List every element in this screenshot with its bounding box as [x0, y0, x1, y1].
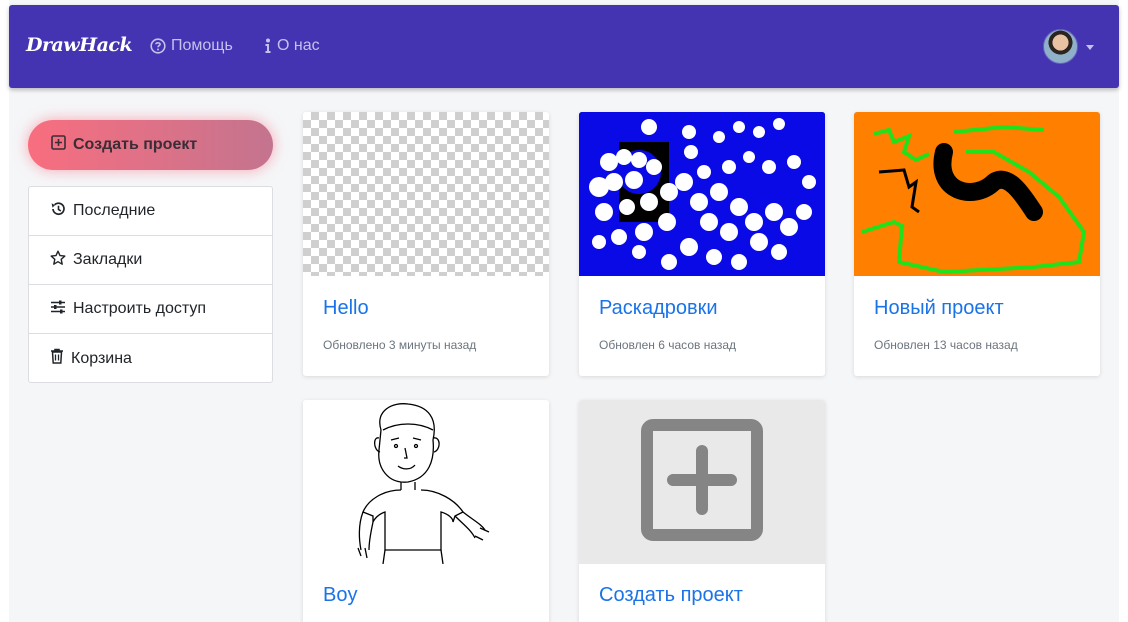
- sidebar-item-trash[interactable]: Корзина: [29, 334, 272, 383]
- info-icon: [264, 38, 272, 54]
- plus-square-icon: [51, 135, 66, 155]
- star-icon: [50, 250, 66, 271]
- nav-about-link[interactable]: О нас: [264, 37, 320, 55]
- project-title[interactable]: Hello: [323, 297, 369, 320]
- sidebar-item-label: Закладки: [73, 251, 143, 268]
- project-card-boy[interactable]: Boy: [303, 400, 549, 622]
- new-project-title[interactable]: Создать проект: [599, 584, 743, 607]
- project-title[interactable]: Новый проект: [874, 297, 1004, 320]
- project-thumbnail[interactable]: [303, 112, 549, 276]
- new-project-card[interactable]: Создать проект: [579, 400, 825, 622]
- sidebar-item-label: Корзина: [71, 349, 132, 367]
- user-avatar[interactable]: [1043, 29, 1078, 64]
- sidebar-item-recent[interactable]: Последние: [29, 187, 272, 236]
- project-title[interactable]: Boy: [323, 584, 357, 607]
- plus-square-icon: [641, 418, 763, 546]
- history-icon: [50, 201, 66, 222]
- project-thumbnail[interactable]: [854, 112, 1100, 276]
- top-navbar: DrawHack Помощь О нас: [9, 5, 1119, 88]
- chevron-down-icon[interactable]: [1086, 45, 1094, 50]
- nav-help-label: Помощь: [171, 37, 233, 54]
- project-card-storyboards[interactable]: Раскадровки Обновлен 6 часов назад: [579, 112, 825, 376]
- project-card-hello[interactable]: Hello Обновлено 3 минуты назад: [303, 112, 549, 376]
- create-project-button[interactable]: Создать проект: [28, 120, 273, 170]
- project-updated: Обновлен 13 часов назад: [874, 338, 1018, 352]
- sidebar-item-label: Настроить доступ: [73, 300, 207, 317]
- sidebar-item-bookmarks[interactable]: Закладки: [29, 236, 272, 285]
- sidebar-menu: Последние Закладки Настроить доступ Корз…: [28, 186, 273, 383]
- nav-about-label: О нас: [277, 37, 320, 54]
- trash-icon: [50, 348, 64, 369]
- sidebar-item-label: Последние: [73, 202, 156, 219]
- project-card-new-project[interactable]: Новый проект Обновлен 13 часов назад: [854, 112, 1100, 376]
- project-thumbnail[interactable]: [579, 112, 825, 276]
- brand-logo[interactable]: DrawHack: [26, 34, 133, 56]
- new-project-thumbnail[interactable]: [579, 400, 825, 564]
- question-circle-icon: [150, 38, 166, 54]
- sliders-icon: [50, 299, 66, 320]
- nav-help-link[interactable]: Помощь: [150, 37, 233, 55]
- project-title[interactable]: Раскадровки: [599, 297, 718, 320]
- sidebar-item-sharing[interactable]: Настроить доступ: [29, 285, 272, 334]
- create-project-label: Создать проект: [73, 136, 198, 153]
- project-thumbnail[interactable]: [303, 400, 549, 564]
- project-updated: Обновлен 6 часов назад: [599, 338, 737, 352]
- project-updated: Обновлено 3 минуты назад: [323, 338, 477, 352]
